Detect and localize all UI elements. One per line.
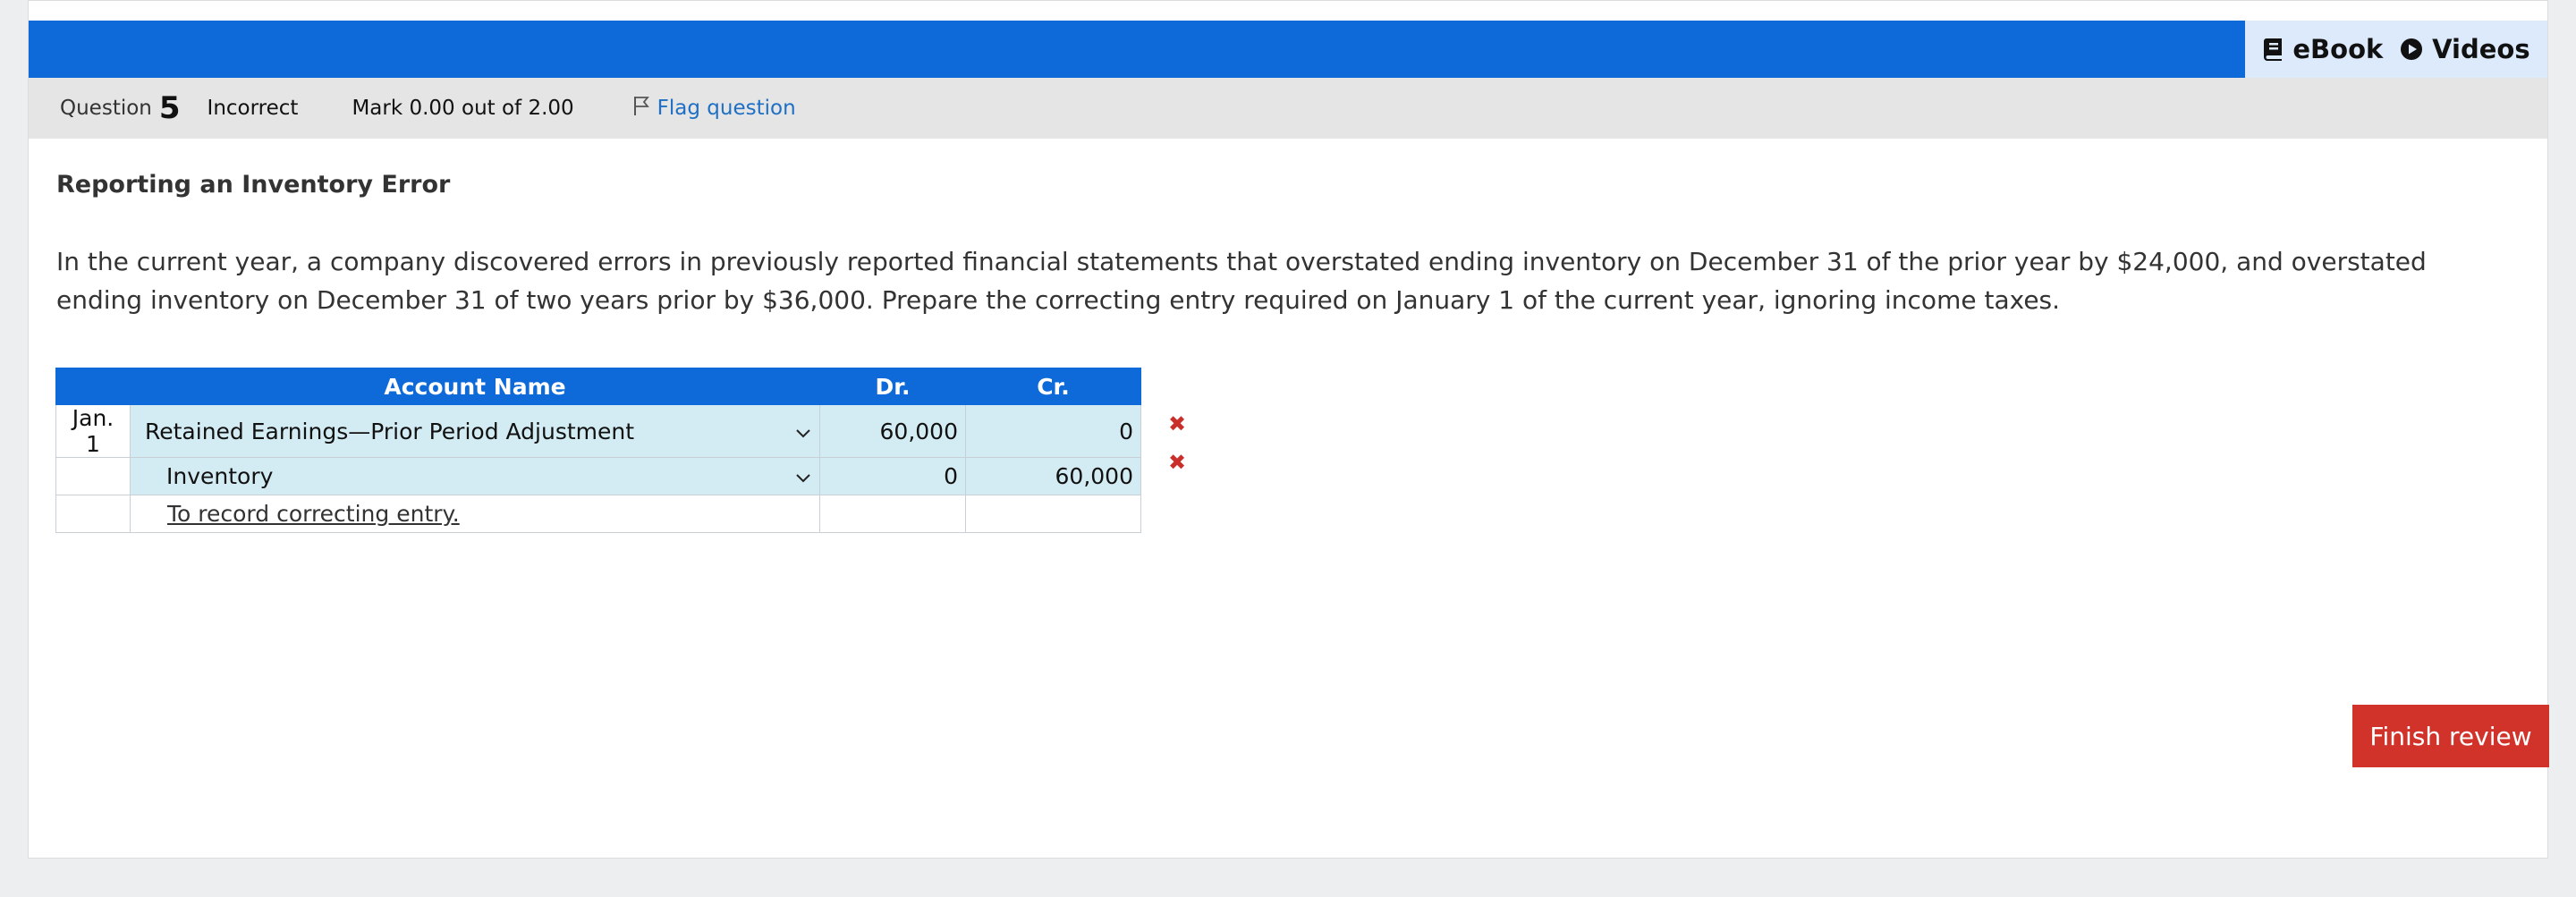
account-select-value: Inventory [166,463,274,489]
play-circle-icon [2400,38,2423,61]
credit-input[interactable]: 0 [965,404,1141,458]
account-select-value: Retained Earnings—Prior Period Adjustmen… [145,418,635,444]
videos-label: Videos [2432,34,2530,64]
ebook-link[interactable]: eBook [2262,34,2383,64]
book-icon [2262,38,2284,61]
debit-input[interactable]: 60,000 [819,404,966,458]
videos-link[interactable]: Videos [2400,34,2530,64]
date-header [55,368,131,405]
table-row: Inventory 0 60,000 [55,457,1141,495]
credit-header: Cr. [965,368,1141,405]
debit-header: Dr. [819,368,966,405]
flag-question-link[interactable]: Flag question [632,95,796,122]
question-prompt: In the current year, a company discovere… [56,247,2427,315]
debit-input[interactable]: 0 [819,457,966,495]
incorrect-x-icon: ✖ [1168,411,1187,436]
flag-question-label: Flag question [657,97,796,120]
question-page: eBook Videos Question 5 Incorrect Mark 0… [28,0,2549,859]
memo-text: To record correcting entry. [167,501,460,527]
question-mark: Mark 0.00 out of 2.00 [352,97,574,120]
table-row: To record correcting entry. [55,495,1141,533]
table-header-row: Account Name Dr. Cr. [55,368,1141,405]
debit-cell [819,495,966,533]
question-number: 5 [158,90,181,126]
row-date: Jan. 1 [55,404,131,458]
finish-review-button[interactable]: Finish review [2352,705,2549,767]
credit-cell [965,495,1141,533]
account-select[interactable]: Retained Earnings—Prior Period Adjustmen… [130,404,820,458]
question-info-bar: Question 5 Incorrect Mark 0.00 out of 2.… [29,78,2547,139]
journal-entry-table: Account Name Dr. Cr. Jan. 1 Retained Ear… [55,368,1141,533]
question-status: Incorrect [207,97,299,120]
flag-icon [632,95,650,122]
resources-panel: eBook Videos [2245,21,2547,78]
top-bar: eBook Videos [29,21,2547,78]
chevron-down-icon [794,419,812,444]
incorrect-x-icon: ✖ [1168,450,1187,475]
memo-cell: To record correcting entry. [130,495,820,533]
row-date [55,457,131,495]
question-label: Question [60,97,152,120]
account-name-header: Account Name [130,368,820,405]
question-title: Reporting an Inventory Error [56,171,451,199]
credit-input[interactable]: 60,000 [965,457,1141,495]
chevron-down-icon [794,463,812,489]
row-date [55,495,131,533]
table-row: Jan. 1 Retained Earnings—Prior Period Ad… [55,404,1141,458]
account-select[interactable]: Inventory [130,457,820,495]
ebook-label: eBook [2292,34,2384,64]
